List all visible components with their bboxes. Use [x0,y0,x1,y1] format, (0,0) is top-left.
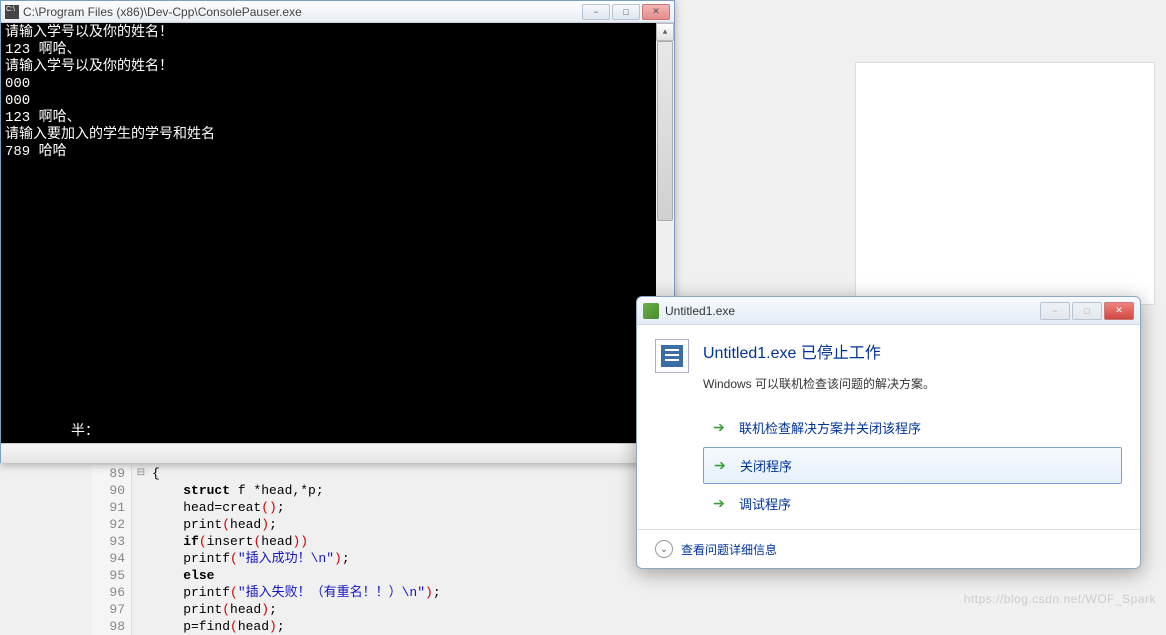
arrow-right-icon: ➔ [713,419,729,436]
line-number: 94 [92,550,125,567]
dialog-window-buttons: − □ ✕ [1038,302,1134,320]
dialog-title: Untitled1.exe [665,304,1032,318]
maximize-button[interactable]: □ [612,4,640,20]
line-number: 91 [92,499,125,516]
line-number: 95 [92,567,125,584]
dialog-content: Untitled1.exe 已停止工作 Windows 可以联机检查该问题的解决… [703,339,1122,523]
console-line: 请输入学号以及你的姓名！ [5,25,173,41]
dialog-heading: Untitled1.exe 已停止工作 [703,339,1122,363]
line-number: 89 [92,465,125,482]
console-line: 123 啊哈、 [5,42,81,58]
console-statusbar [1,443,674,463]
line-number: 92 [92,516,125,533]
chevron-down-icon: ⌄ [655,540,673,558]
console-app-icon [5,5,19,19]
dialog-subtext: Windows 可以联机检查该问题的解决方案。 [703,375,1122,392]
line-number: 90 [92,482,125,499]
console-window: C:\Program Files (x86)\Dev-Cpp\ConsolePa… [0,0,675,463]
dialog-body: Untitled1.exe 已停止工作 Windows 可以联机检查该问题的解决… [637,325,1140,529]
console-line: 123 啊哈、 [5,110,81,126]
console-line: 请输入要加入的学生的学号和姓名 [5,127,215,143]
close-button[interactable]: ✕ [642,4,670,20]
arrow-right-icon: ➔ [714,457,730,474]
console-line: 789 哈哈 [5,144,67,160]
watermark: https://blog.csdn.net/WOF_Spark [964,592,1156,606]
line-number: 98 [92,618,125,635]
scroll-up-button[interactable]: ▲ [656,23,674,41]
dialog-app-icon [643,303,659,319]
arrow-right-icon: ➔ [713,495,729,512]
option-close-program[interactable]: ➔ 关闭程序 [703,447,1122,484]
console-line: 000 [5,76,30,92]
dialog-close-button[interactable]: ✕ [1104,302,1134,320]
option-label: 调试程序 [739,494,791,513]
console-output[interactable]: 请输入学号以及你的姓名！ 123 啊哈、 请输入学号以及你的姓名！ 000 00… [1,23,674,463]
side-panel [855,62,1155,305]
details-label: 查看问题详细信息 [681,541,777,558]
console-title: C:\Program Files (x86)\Dev-Cpp\ConsolePa… [23,5,576,19]
option-label: 关闭程序 [740,456,792,475]
option-debug-program[interactable]: ➔ 调试程序 [703,486,1122,521]
dialog-titlebar[interactable]: Untitled1.exe − □ ✕ [637,297,1140,325]
console-titlebar[interactable]: C:\Program Files (x86)\Dev-Cpp\ConsolePa… [1,1,674,23]
error-dialog: Untitled1.exe − □ ✕ Untitled1.exe 已停止工作 … [636,296,1141,569]
fold-open-icon[interactable]: ⊟ [134,465,148,482]
line-number: 93 [92,533,125,550]
console-line: 请输入学号以及你的姓名！ [5,59,173,75]
dialog-details-toggle[interactable]: ⌄ 查看问题详细信息 [637,529,1140,568]
window-buttons: − □ ✕ [580,4,670,20]
program-icon [655,339,689,373]
minimize-button[interactable]: − [582,4,610,20]
dialog-maximize-button: □ [1072,302,1102,320]
dialog-minimize-button: − [1040,302,1070,320]
console-fragment-text: 半： [71,424,99,441]
option-label: 联机检查解决方案并关闭该程序 [739,418,921,437]
console-line: 000 [5,93,30,109]
line-number: 96 [92,584,125,601]
scroll-thumb[interactable] [657,41,673,221]
option-check-online[interactable]: ➔ 联机检查解决方案并关闭该程序 [703,410,1122,445]
